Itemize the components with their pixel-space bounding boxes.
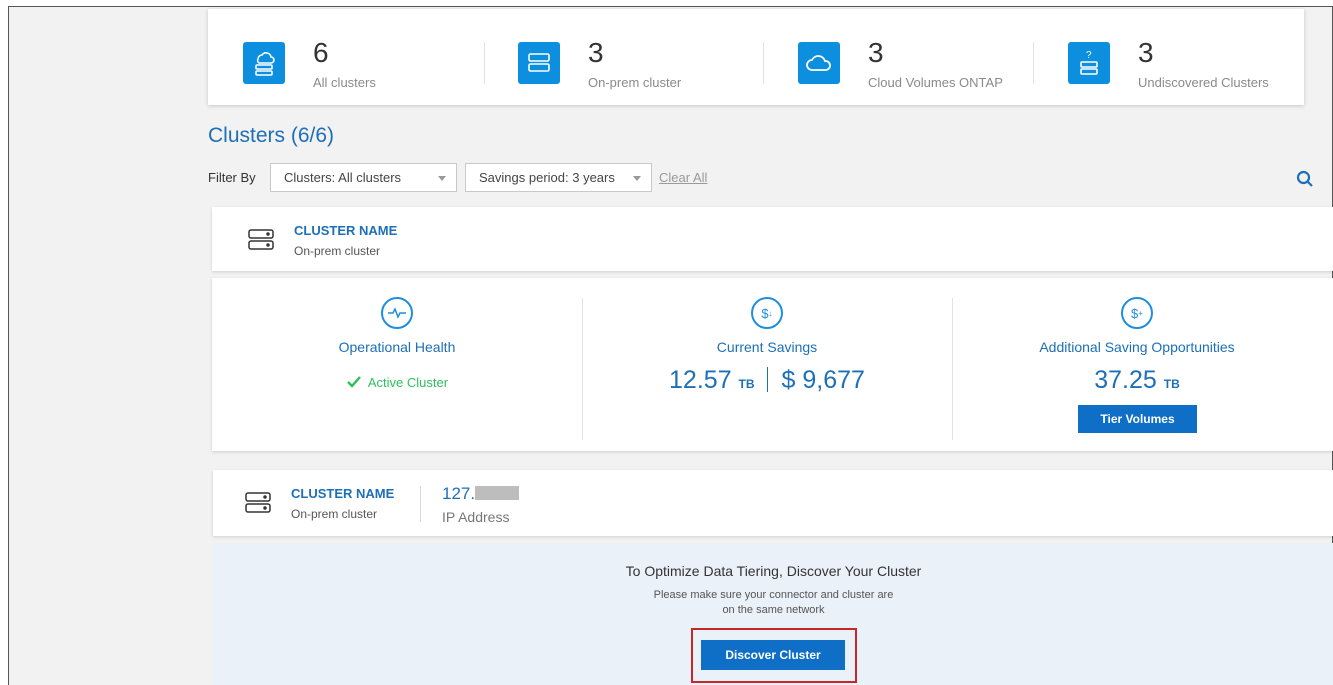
divider [766, 367, 768, 392]
on-prem-count: 3 [588, 37, 604, 68]
additional-opportunities-value: 37.25 TB [952, 366, 1322, 395]
savings-period-value: Savings period: 3 years [479, 170, 615, 185]
all-clusters-label: All clusters [313, 75, 376, 90]
divider [420, 486, 421, 522]
clusters-filter-value: Clusters: All clusters [284, 170, 402, 185]
additional-opportunities-column: $ + Additional Saving Opportunities 37.25… [952, 278, 1322, 451]
dollar-down-icon: $ ↓ [751, 297, 783, 329]
check-icon [346, 375, 362, 392]
server-icon [518, 42, 560, 84]
operational-health-column: Operational Health Active Cluster [212, 278, 582, 451]
filter-label: Filter By [208, 170, 256, 185]
page-title: Clusters (6/6) [208, 124, 335, 147]
discover-panel: To Optimize Data Tiering, Discover Your … [213, 543, 1333, 685]
dollar-plus-icon: $ + [1121, 297, 1153, 329]
cluster-type: On-prem cluster [291, 507, 378, 521]
savings-period-select[interactable]: Savings period: 3 years [465, 163, 652, 192]
additional-opportunities-unit: TB [1163, 377, 1180, 391]
app-frame: 6 All clusters 3 On-prem cluster 3 Cloud… [8, 6, 1333, 685]
current-savings-capacity: 12.57 [669, 366, 732, 394]
cluster-name[interactable]: CLUSTER NAME [291, 486, 394, 501]
cloud-volumes-count: 3 [868, 37, 884, 68]
current-savings-unit: TB [738, 377, 755, 391]
undiscovered-cluster-header: CLUSTER NAME On-prem cluster 127. IP Add… [213, 470, 1333, 536]
discover-message: Please make sure your connector and clus… [213, 588, 1333, 618]
current-savings-column: $ ↓ Current Savings 12.57 TB $ 9,677 [582, 278, 952, 451]
all-clusters-count: 6 [313, 37, 329, 68]
cloud-icon [798, 42, 840, 84]
discover-title: To Optimize Data Tiering, Discover Your … [625, 563, 922, 579]
cluster-name[interactable]: CLUSTER NAME [294, 223, 397, 238]
additional-opportunities-heading: Additional Saving Opportunities [1039, 339, 1235, 355]
svg-text:?: ? [1086, 50, 1092, 61]
discover-message-line: on the same network [722, 604, 825, 616]
current-savings-heading: Current Savings [716, 339, 818, 355]
chevron-down-icon [633, 176, 641, 181]
additional-opportunities-capacity: 37.25 [1094, 366, 1157, 394]
ip-address-label: IP Address [442, 509, 510, 525]
ip-address-value: 127. [442, 484, 520, 504]
chevron-down-icon [438, 176, 446, 181]
unknown-server-icon: ? [1068, 42, 1110, 84]
undiscovered-label: Undiscovered Clusters [1138, 75, 1269, 90]
redacted-ip-mask [475, 486, 520, 500]
ip-address-prefix: 127. [442, 484, 476, 503]
cluster-type: On-prem cluster [294, 244, 381, 258]
discover-cluster-button[interactable]: Discover Cluster [701, 640, 845, 670]
clear-all-link[interactable]: Clear All [659, 170, 707, 185]
operational-health-heading: Operational Health [338, 339, 456, 355]
cloud-volumes-label: Cloud Volumes ONTAP [868, 75, 1003, 90]
discover-message-line: Please make sure your connector and clus… [653, 589, 894, 601]
divider [763, 42, 764, 84]
health-status-label: Active Cluster [367, 375, 449, 390]
divider [1033, 42, 1034, 84]
cluster-card-body: Operational Health Active Cluster $ ↓ Cur… [212, 278, 1333, 451]
cluster-stack-icon [243, 42, 285, 84]
current-savings-value: 12.57 TB $ 9,677 [582, 366, 952, 395]
server-icon [244, 490, 272, 516]
on-prem-label: On-prem cluster [588, 75, 682, 90]
clusters-filter-select[interactable]: Clusters: All clusters [270, 163, 457, 192]
tier-volumes-button[interactable]: Tier Volumes [1078, 405, 1197, 433]
cluster-card-header: CLUSTER NAME On-prem cluster [212, 207, 1333, 271]
health-status: Active Cluster [212, 375, 582, 392]
summary-bar: 6 All clusters 3 On-prem cluster 3 Cloud… [208, 9, 1304, 105]
server-icon [247, 227, 275, 253]
undiscovered-count: 3 [1138, 37, 1154, 68]
divider [484, 42, 485, 84]
current-savings-amount: $ 9,677 [781, 366, 865, 394]
health-pulse-icon [381, 297, 413, 329]
search-icon[interactable] [1296, 170, 1314, 188]
